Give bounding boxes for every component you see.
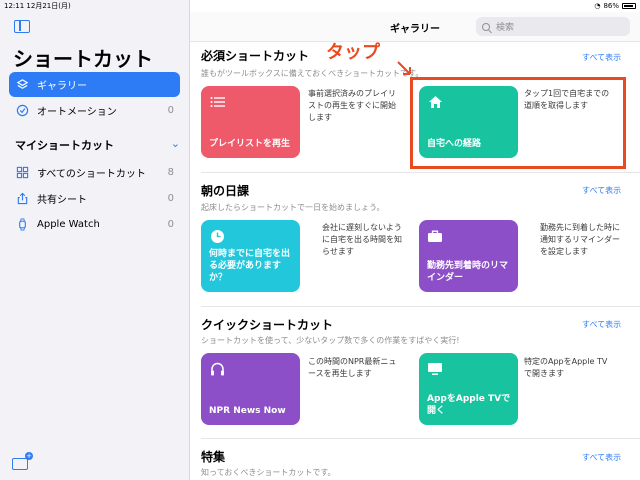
clock-icon [209, 228, 225, 244]
watch-icon [15, 218, 29, 232]
card-label: 何時までに自宅を出る必要がありますか？ [209, 249, 291, 283]
divider [201, 306, 640, 307]
section-subtitle: ショートカットを使って、少ないタップ数で多くの作業をすばやく実行! [201, 336, 460, 345]
card-description: 勤務先に到着した時に通知するリマインダーを設定します [540, 223, 620, 256]
section-title: 特集 [201, 450, 226, 464]
app-title: ショートカット [13, 47, 153, 71]
sidebar-item-label: ギャラリー [37, 81, 87, 92]
list-icon [209, 94, 225, 110]
section-title: 朝の日課 [201, 184, 250, 198]
divider [201, 438, 640, 439]
sidebar-item-label: Apple Watch [37, 219, 100, 230]
sidebar-item-count: 0 [167, 105, 174, 116]
section-title: クイックショートカット [201, 318, 334, 332]
sidebar-item-all-shortcuts[interactable]: すべてのショートカット 8 [9, 160, 180, 185]
card-description: 事前選択済みのプレイリストの再生をすぐに開始します [308, 89, 396, 122]
sidebar: ショートカット ギャラリー オートメーション 0 マイショートカット ⌄ すべて… [0, 0, 190, 480]
shortcut-card[interactable]: 勤務先到着時のリマインダー [419, 220, 518, 292]
sidebar-item-count: 0 [167, 219, 174, 230]
status-bar: 12:11 12月21日(月) ◔ 86% [0, 0, 640, 12]
headphones-icon [209, 361, 225, 377]
shortcut-card[interactable]: プレイリストを再生 [201, 86, 300, 158]
sidebar-item-label: 共有シート [37, 195, 87, 206]
see-all-link[interactable]: すべて表示 [582, 185, 621, 196]
sidebar-toggle-icon[interactable] [14, 20, 30, 33]
search-icon [482, 22, 490, 31]
card-label: 勤務先到着時のリマインダー [427, 261, 509, 283]
sidebar-item-label: オートメーション [37, 107, 117, 118]
card-label: NPR News Now [209, 406, 286, 416]
share-icon [15, 192, 29, 206]
see-all-link[interactable]: すべて表示 [582, 52, 621, 63]
sidebar-item-count: 8 [167, 167, 174, 178]
chevron-down-icon[interactable]: ⌄ [171, 137, 180, 153]
divider [201, 172, 640, 173]
sidebar-item-automation[interactable]: オートメーション 0 [9, 98, 180, 123]
shortcut-card[interactable]: NPR News Now [201, 353, 300, 425]
page-title: ギャラリー [390, 24, 440, 35]
my-shortcuts-header[interactable]: マイショートカット ⌄ [15, 137, 180, 153]
search-placeholder: 検索 [496, 23, 515, 33]
section-subtitle: 知っておくべきショートカットです。 [201, 468, 336, 477]
see-all-link[interactable]: すべて表示 [582, 319, 621, 330]
layers-icon [15, 78, 29, 92]
section-subtitle: 起床したらショートカットで一日を始めましょう。 [201, 203, 385, 212]
see-all-link[interactable]: すべて表示 [582, 452, 621, 463]
sidebar-item-gallery[interactable]: ギャラリー [9, 72, 180, 97]
sidebar-item-share-sheet[interactable]: 共有シート 0 [9, 186, 180, 211]
card-label: AppをApple TVで開く [427, 394, 511, 416]
card-description: この時間のNPR最新ニュースを再生します [308, 357, 397, 378]
battery-icon [622, 3, 636, 9]
annotation-highlight-box [410, 77, 626, 169]
tv-icon [427, 361, 443, 377]
wifi-icon: ◔ [594, 2, 601, 10]
briefcase-icon [427, 228, 443, 244]
status-right: ◔ 86% [594, 0, 636, 12]
battery-percent: 86% [603, 2, 619, 10]
clock-check-icon [15, 104, 29, 118]
card-description: 会社に遅刻しないように自宅を出る時間を知らせます [322, 223, 402, 256]
section-title: 必須ショートカット [201, 49, 310, 63]
sidebar-item-count: 0 [167, 193, 174, 204]
shortcut-card[interactable]: 何時までに自宅を出る必要がありますか？ [201, 220, 300, 292]
sidebar-item-apple-watch[interactable]: Apple Watch 0 [9, 212, 180, 237]
grid-icon [15, 166, 29, 180]
my-shortcuts-title: マイショートカット [15, 139, 114, 152]
card-description: 特定のAppをApple TVで開きます [524, 357, 608, 378]
search-input[interactable]: 検索 [476, 17, 630, 36]
status-time: 12:11 12月21日(月) [4, 2, 71, 10]
card-label: プレイリストを再生 [209, 139, 291, 149]
shortcut-card[interactable]: AppをApple TVで開く [419, 353, 518, 425]
section-subtitle: 誰もがツールボックスに備えておくべきショートカットです。 [201, 69, 424, 78]
new-folder-icon[interactable] [12, 452, 33, 470]
sidebar-item-label: すべてのショートカット [37, 169, 146, 180]
main-header: ギャラリー 検索 [190, 12, 640, 42]
annotation-label: タップ [326, 42, 380, 63]
